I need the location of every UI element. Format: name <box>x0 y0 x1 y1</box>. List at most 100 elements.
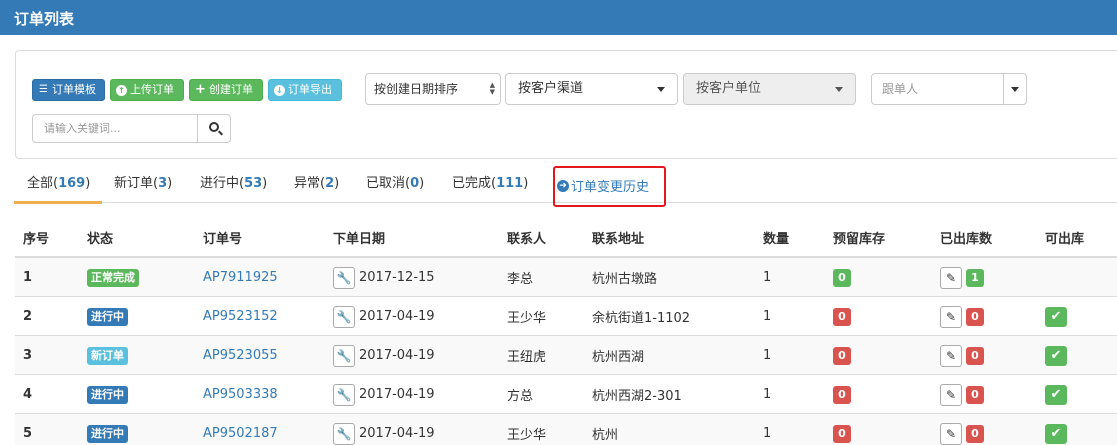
list-icon: ☰ <box>39 84 48 95</box>
upload-order-label: 上传订单 <box>130 83 174 96</box>
order-number-link[interactable]: AP9523055 <box>203 336 278 375</box>
shipped-count-badge: 0 <box>966 307 984 326</box>
table-header: 序号 状态 订单号 下单日期 联系人 联系地址 数量 预留库存 已出库数 可出库 <box>15 218 1117 258</box>
quantity: 1 <box>763 426 772 441</box>
reserved-stock-badge: 0 <box>833 385 851 404</box>
pencil-icon[interactable]: ✎ <box>940 383 962 406</box>
shipped-count-cell: ✎ 0 <box>940 336 984 375</box>
upload-icon: ↑ <box>116 84 127 96</box>
follower-dropdown-button[interactable] <box>1003 73 1027 105</box>
pencil-icon[interactable]: ✎ <box>940 305 962 328</box>
order-number-link[interactable]: AP9523152 <box>203 297 278 336</box>
order-date: 2017-12-15 <box>359 270 435 285</box>
col-header-can-ship: 可出库 <box>1045 232 1085 247</box>
tab-abnormal-label: 异常( <box>294 176 326 191</box>
wrench-icon[interactable]: 🔧 <box>333 344 355 367</box>
col-header-contact: 联系人 <box>507 232 547 247</box>
wrench-icon[interactable]: 🔧 <box>333 305 355 328</box>
customer-channel-value: 按客户渠道 <box>518 81 584 96</box>
row-index: 4 <box>23 387 33 402</box>
customer-unit-value: 按客户单位 <box>696 81 762 96</box>
reserved-stock-badge: 0 <box>833 268 851 287</box>
wrench-icon[interactable]: 🔧 <box>333 422 355 445</box>
check-icon[interactable]: ✔ <box>1045 384 1067 405</box>
tab-all[interactable]: 全部(169) <box>14 165 103 204</box>
check-icon[interactable]: ✔ <box>1045 423 1067 444</box>
tab-cancelled[interactable]: 已取消(0) <box>366 165 424 203</box>
order-date-cell: 🔧 2017-04-19 <box>333 336 435 375</box>
order-date: 2017-04-19 <box>359 387 435 402</box>
tab-new-label: 新订单( <box>114 176 159 191</box>
contact-address: 余杭街道1-1102 <box>592 311 691 326</box>
search-button[interactable] <box>197 114 231 143</box>
status-cell: 进行中 <box>87 414 128 445</box>
row-index: 5 <box>23 426 33 441</box>
export-order-label: 订单导出 <box>288 83 332 96</box>
keyword-search-input[interactable]: 请输入关键词... <box>32 114 198 143</box>
check-icon[interactable]: ✔ <box>1045 306 1067 327</box>
sort-select[interactable]: 按创建日期排序 ▲ ▼ <box>365 73 501 105</box>
keyword-placeholder: 请输入关键词... <box>44 122 121 135</box>
order-change-history-link[interactable]: ➜ 订单变更历史 <box>557 176 649 195</box>
quantity: 1 <box>763 387 772 402</box>
pencil-icon[interactable]: ✎ <box>940 422 962 445</box>
reserved-stock-cell: 0 <box>833 258 851 297</box>
tab-completed[interactable]: 已完成(111) <box>452 165 528 203</box>
can-ship-cell: ✔ <box>1045 375 1067 414</box>
tab-completed-suffix: ) <box>523 176 529 191</box>
tab-abnormal-suffix: ) <box>334 176 340 191</box>
can-ship-cell: ✔ <box>1045 297 1067 336</box>
header-bar: 订单列表 <box>0 0 1117 35</box>
reserved-stock-badge: 0 <box>833 346 851 365</box>
order-number-link[interactable]: AP7911925 <box>203 258 278 297</box>
table-row: 3 新订单 AP9523055 🔧 2017-04-19 王纽虎 杭州西湖 1 0 ✎ 0 ✔ <box>15 336 1117 375</box>
col-header-status: 状态 <box>87 232 114 247</box>
table-row: 2 进行中 AP9523152 🔧 2017-04-19 王少华 余杭街道1-1102 1 0 ✎… <box>15 297 1117 336</box>
upload-order-button[interactable]: ↑ 上传订单 <box>110 79 184 101</box>
status-badge: 正常完成 <box>87 268 139 287</box>
create-order-label: 创建订单 <box>209 83 253 96</box>
contact-name: 方总 <box>507 389 534 404</box>
shipped-count-cell: ✎ 0 <box>940 375 984 414</box>
tab-completed-count: 111 <box>496 176 524 191</box>
pencil-icon[interactable]: ✎ <box>940 344 962 367</box>
order-number-link[interactable]: AP9503338 <box>203 375 278 414</box>
order-date: 2017-04-19 <box>359 348 435 363</box>
can-ship-cell: ✔ <box>1045 336 1067 375</box>
customer-channel-select[interactable]: 按客户渠道 <box>505 73 678 105</box>
tab-new-orders[interactable]: 新订单(3) <box>114 165 172 203</box>
shipped-count-cell: ✎ 1 <box>940 258 984 297</box>
tab-all-label: 全部( <box>27 176 59 191</box>
follower-input[interactable]: 跟单人 <box>871 73 1004 105</box>
status-badge: 进行中 <box>87 307 128 326</box>
tab-in-progress[interactable]: 进行中(53) <box>200 165 267 203</box>
status-badge: 进行中 <box>87 385 128 404</box>
order-number-link[interactable]: AP9502187 <box>203 414 278 445</box>
search-icon <box>209 122 219 132</box>
shipped-count-cell: ✎ 0 <box>940 414 984 445</box>
wrench-icon[interactable]: 🔧 <box>333 266 355 289</box>
tab-all-count: 169 <box>58 176 86 191</box>
sort-select-value: 按创建日期排序 <box>374 82 459 96</box>
create-order-button[interactable]: + 创建订单 <box>189 79 263 101</box>
contact-name: 王少华 <box>507 311 547 326</box>
table-row: 4 进行中 AP9503338 🔧 2017-04-19 方总 杭州西湖2-301 1 0 ✎ 0 ✔ <box>15 375 1117 414</box>
customer-unit-select[interactable]: 按客户单位 <box>683 73 856 105</box>
reserved-stock-cell: 0 <box>833 297 851 336</box>
order-template-button[interactable]: ☰ 订单模板 <box>32 79 105 101</box>
pencil-icon[interactable]: ✎ <box>940 266 962 289</box>
caret-down-icon <box>1011 87 1019 92</box>
col-header-index: 序号 <box>23 232 50 247</box>
contact-name: 王少华 <box>507 428 547 443</box>
export-order-button[interactable]: ↓ 订单导出 <box>268 79 342 101</box>
shipped-count-badge: 0 <box>966 424 984 443</box>
tab-abnormal[interactable]: 异常(2) <box>294 165 339 203</box>
order-date-cell: 🔧 2017-04-19 <box>333 297 435 336</box>
check-icon[interactable]: ✔ <box>1045 345 1067 366</box>
plus-icon: + <box>195 82 206 97</box>
follower-placeholder: 跟单人 <box>882 82 919 96</box>
tab-new-count: 3 <box>158 176 168 191</box>
status-badge: 进行中 <box>87 424 128 443</box>
wrench-icon[interactable]: 🔧 <box>333 383 355 406</box>
active-tab-indicator <box>14 201 103 204</box>
